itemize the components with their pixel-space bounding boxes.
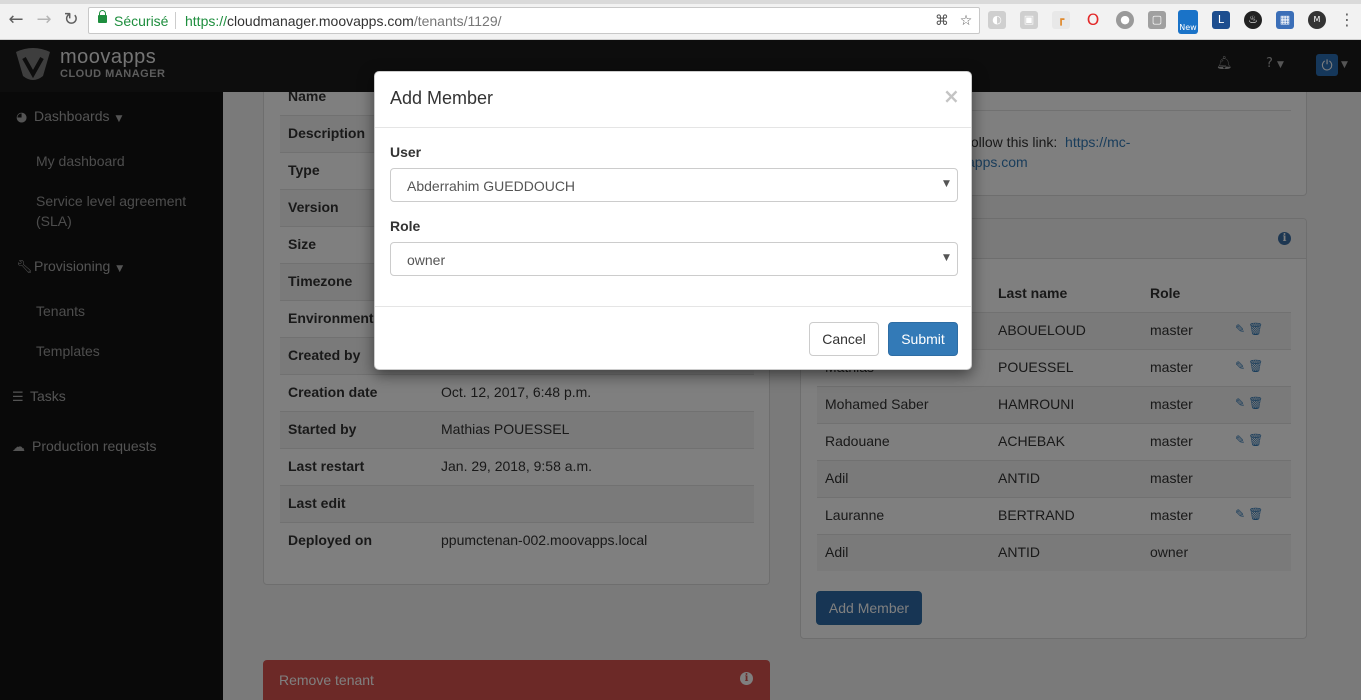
extension-icon-8[interactable]: L (1212, 11, 1230, 29)
extension-icon-6[interactable]: ▢ (1148, 11, 1166, 29)
user-label: User (390, 144, 422, 160)
extension-icon-3[interactable]: ┏ (1052, 11, 1070, 29)
url-text[interactable]: https://cloudmanager.moovapps.com/tenant… (185, 13, 502, 29)
browser-toolbar: ← → ↻ Sécurisé https://cloudmanager.moov… (0, 0, 1361, 40)
url-host: cloudmanager.moovapps.com (227, 13, 414, 29)
role-select[interactable]: owner ▼ (390, 242, 958, 276)
user-select[interactable]: Abderrahim GUEDDOUCH ▼ (390, 168, 958, 202)
modal-header: Add Member × (375, 72, 971, 128)
extension-icon-9[interactable]: ♨ (1244, 11, 1262, 29)
url-path: /tenants/1129/ (413, 13, 502, 29)
bookmark-star-icon[interactable]: ☆ (957, 12, 975, 30)
forward-icon[interactable]: → (34, 10, 54, 30)
reload-icon[interactable]: ↻ (61, 10, 81, 30)
url-scheme: https:// (185, 13, 228, 29)
calendar-icon[interactable]: ▦ (1276, 11, 1294, 29)
new-badge-extension[interactable]: New (1178, 10, 1198, 34)
lock-icon (98, 10, 107, 23)
role-select-value: owner (407, 252, 446, 268)
extension-icon-5[interactable]: ● (1116, 11, 1134, 29)
add-member-modal: Add Member × User Abderrahim GUEDDOUCH ▼… (374, 71, 972, 370)
extension-icon-11[interactable]: M (1308, 11, 1326, 29)
address-bar[interactable]: Sécurisé https://cloudmanager.moovapps.c… (88, 7, 980, 34)
menu-icon[interactable]: ⋮ (1337, 10, 1357, 30)
user-select-value: Abderrahim GUEDDOUCH (407, 178, 576, 194)
new-badge-label: New (1179, 23, 1197, 32)
caret-down-icon: ▼ (943, 253, 950, 263)
role-label: Role (390, 218, 421, 234)
close-icon[interactable]: × (943, 84, 960, 108)
submit-button[interactable]: Submit (888, 322, 958, 356)
modal-footer: Cancel Submit (375, 306, 971, 370)
extension-icon-2[interactable]: ▣ (1020, 11, 1038, 29)
translate-icon[interactable]: ⌘ (933, 12, 951, 30)
cancel-button[interactable]: Cancel (809, 322, 879, 356)
caret-down-icon: ▼ (943, 179, 950, 189)
tab-strip (0, 0, 1361, 4)
address-separator (175, 12, 176, 29)
extension-icon-1[interactable]: ◐ (988, 11, 1006, 29)
modal-title: Add Member (390, 88, 494, 108)
secure-label: Sécurisé (114, 13, 169, 29)
opera-icon[interactable]: O (1084, 11, 1102, 29)
back-icon[interactable]: ← (6, 10, 26, 30)
